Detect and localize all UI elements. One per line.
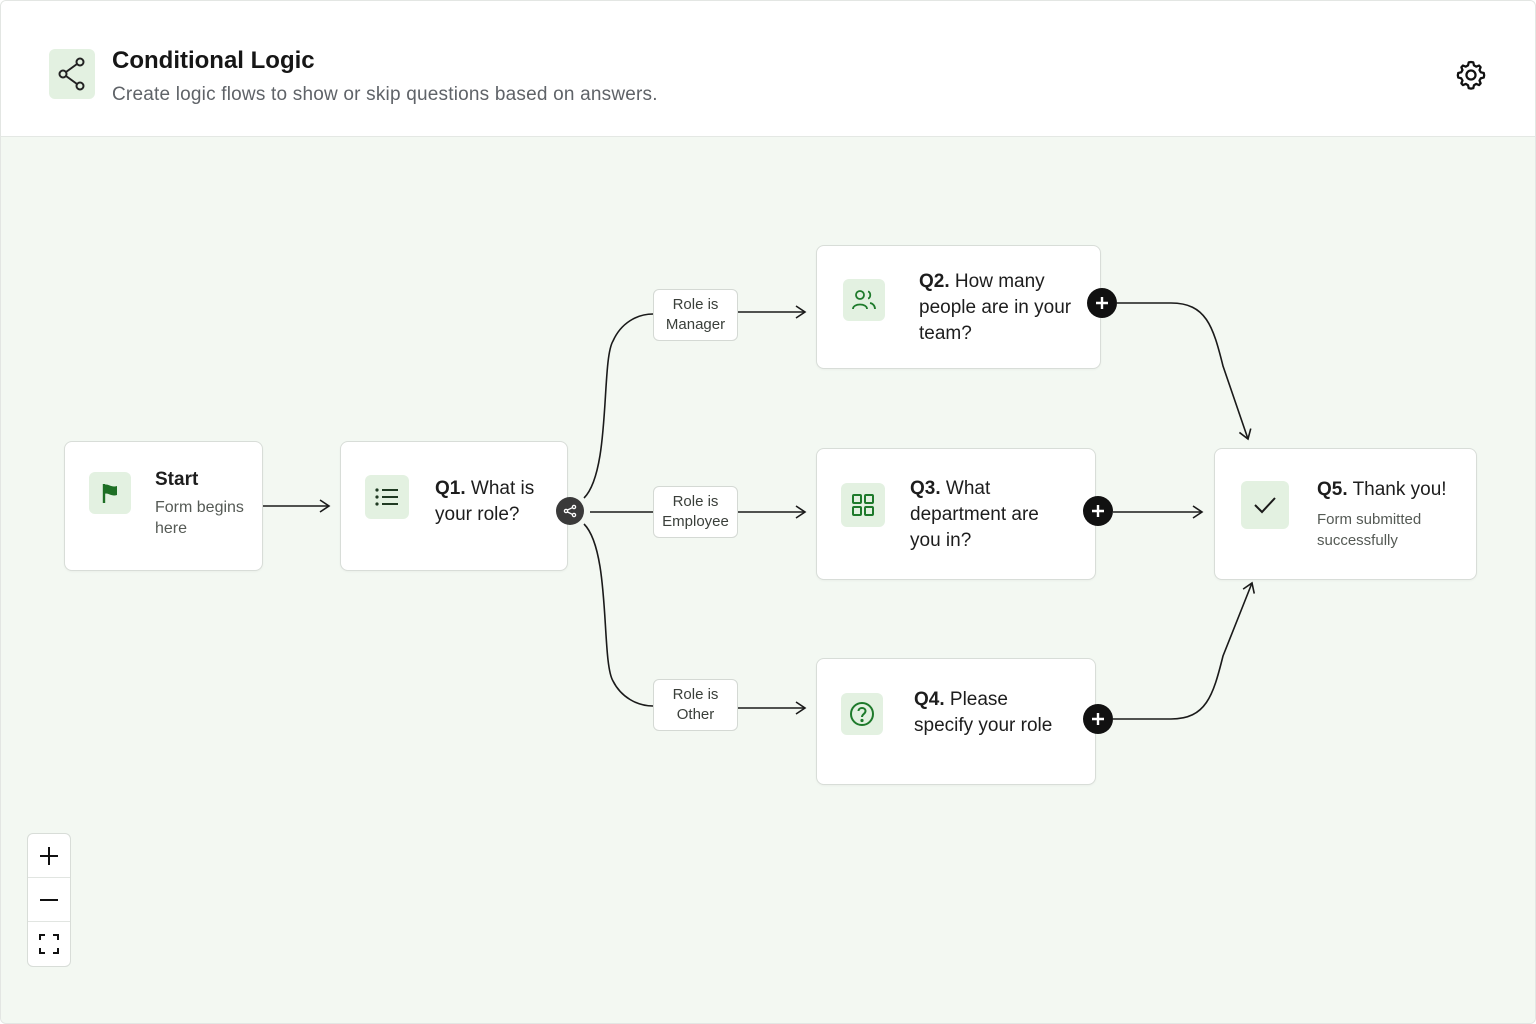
plus-icon [1092,713,1104,725]
header: Conditional Logic Create logic flows to … [1,1,1535,137]
zoom-controls [27,833,71,967]
node-start-title: Start [155,469,199,490]
check-icon [1241,481,1289,529]
zoom-out-button[interactable] [28,878,70,922]
fit-screen-icon [39,934,59,954]
condition-manager[interactable]: Role is Manager [653,289,738,341]
node-q4[interactable]: Q4. Please specify your role [816,658,1096,785]
branch-icon[interactable] [556,497,584,525]
node-q5[interactable]: Q5. Thank you! Form submitted successful… [1214,448,1477,580]
add-rule-button-q3[interactable] [1083,496,1113,526]
page-title: Conditional Logic [112,47,315,74]
minus-icon [40,898,58,901]
users-icon [843,279,885,321]
flow-canvas[interactable] [1,137,1535,1023]
condition-employee[interactable]: Role is Employee [653,486,738,538]
node-q4-number: Q4. [914,689,945,710]
branch-share-icon [49,49,95,99]
node-start-sub: Form begins here [155,499,244,537]
gear-icon [1456,60,1486,90]
settings-button[interactable] [1451,55,1491,95]
node-q5-sub: Form submitted successfully [1317,511,1422,549]
add-rule-button-q2[interactable] [1087,288,1117,318]
node-q3-number: Q3. [910,478,941,499]
plus-icon [1096,297,1108,309]
fit-screen-button[interactable] [28,922,70,966]
list-icon [365,475,409,519]
node-q1[interactable]: Q1. What is your role? [340,441,568,571]
add-rule-button-q4[interactable] [1083,704,1113,734]
condition-other[interactable]: Role is Other [653,679,738,731]
flag-icon [89,472,131,514]
plus-icon [1092,505,1104,517]
node-q2-number: Q2. [919,271,950,292]
question-circle-icon [841,693,883,735]
page-subtitle: Create logic flows to show or skip quest… [112,84,658,105]
zoom-in-button[interactable] [28,834,70,878]
grid-icon [841,483,885,527]
node-q5-text: Thank you! [1352,479,1447,500]
node-q5-number: Q5. [1317,479,1348,500]
app-window: Conditional Logic Create logic flows to … [0,0,1536,1024]
plus-icon [40,846,58,865]
node-start[interactable]: Start Form begins here [64,441,263,571]
node-q1-number: Q1. [435,478,466,499]
node-q3[interactable]: Q3. What department are you in? [816,448,1096,580]
node-q2[interactable]: Q2. How many people are in your team? [816,245,1101,369]
